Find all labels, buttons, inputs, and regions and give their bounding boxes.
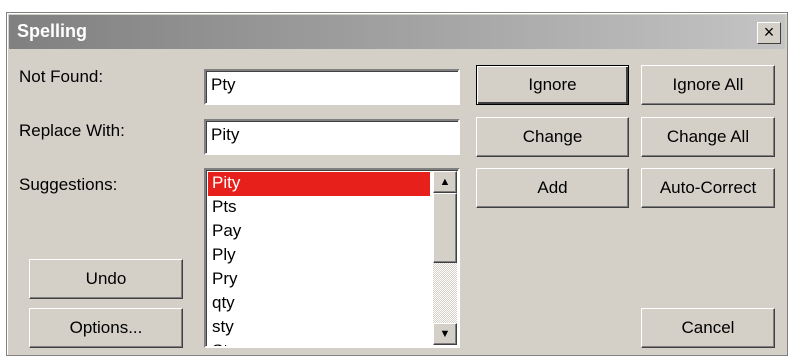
list-item[interactable]: Pay [208, 220, 430, 244]
change-label: Change [522, 127, 583, 146]
auto-correct-label: Auto-Correct [659, 178, 757, 197]
cancel-label: Cancel [681, 318, 735, 337]
auto-correct-button[interactable]: Auto-Correct [641, 168, 775, 208]
not-found-label: Not Found: [19, 67, 104, 86]
suggestions-list[interactable]: PityPtsPayPlyPryqtystySt ▲ ▼ [204, 168, 460, 348]
cancel-button[interactable]: Cancel [641, 308, 775, 348]
scroll-up-button[interactable]: ▲ [433, 171, 457, 193]
change-all-button[interactable]: Change All [641, 117, 775, 157]
triangle-up-icon: ▲ [439, 176, 451, 188]
options-button[interactable]: Options... [29, 308, 183, 348]
not-found-field[interactable]: Pty [204, 69, 460, 105]
list-item[interactable]: St [208, 340, 430, 346]
change-all-label: Change All [666, 127, 750, 146]
suggestions-scrollbar[interactable]: ▲ ▼ [433, 171, 457, 345]
triangle-down-icon: ▼ [439, 328, 451, 340]
close-button[interactable]: × [757, 22, 781, 44]
list-item[interactable]: sty [208, 316, 430, 340]
list-item[interactable]: Pts [208, 196, 430, 220]
list-item[interactable]: qty [208, 292, 430, 316]
suggestions-label: Suggestions: [19, 175, 118, 194]
list-item[interactable]: Pity [208, 172, 430, 196]
replace-with-field[interactable]: Pity [204, 119, 460, 155]
add-label: Add [537, 178, 568, 197]
undo-label: Undo [85, 269, 127, 288]
change-button[interactable]: Change [476, 117, 629, 157]
ignore-all-label: Ignore All [672, 75, 744, 94]
ignore-label: Ignore [528, 75, 577, 94]
suggestions-items: PityPtsPayPlyPryqtystySt [208, 172, 430, 346]
scroll-thumb[interactable] [433, 193, 457, 263]
undo-button[interactable]: Undo [29, 259, 183, 299]
options-label: Options... [69, 318, 143, 337]
spelling-dialog: Spelling × Not Found: Replace With: Sugg… [6, 12, 788, 356]
close-icon: × [763, 22, 775, 42]
scroll-down-button[interactable]: ▼ [433, 323, 457, 345]
title-bar[interactable]: Spelling × [9, 15, 785, 49]
replace-with-label: Replace With: [19, 121, 125, 140]
list-item[interactable]: Pry [208, 268, 430, 292]
add-button[interactable]: Add [476, 168, 629, 208]
dialog-title: Spelling [17, 21, 88, 41]
ignore-all-button[interactable]: Ignore All [641, 65, 775, 105]
list-item[interactable]: Ply [208, 244, 430, 268]
ignore-button[interactable]: Ignore [476, 65, 629, 105]
